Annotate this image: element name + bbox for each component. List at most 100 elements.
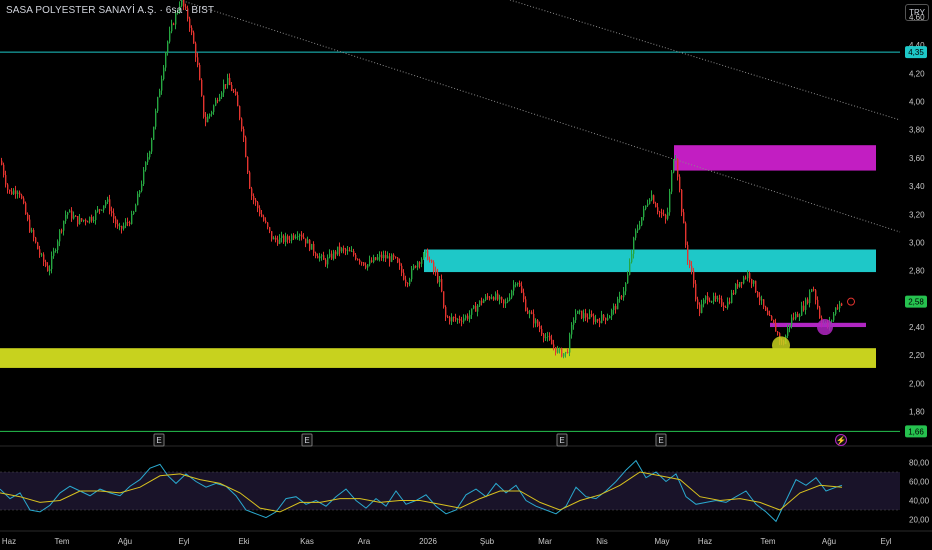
candle <box>359 259 361 263</box>
candle <box>517 283 519 285</box>
candle <box>71 210 73 219</box>
candle <box>109 199 111 212</box>
candle <box>589 313 591 319</box>
candle <box>37 242 39 250</box>
candle <box>285 236 287 242</box>
rsi-tick-label: 40,00 <box>909 497 930 506</box>
candle <box>317 255 319 259</box>
candle <box>677 159 679 177</box>
candle <box>385 255 387 259</box>
currency-button[interactable]: TRY <box>905 4 929 21</box>
candle <box>73 215 75 219</box>
chart-canvas[interactable]: 4,604,404,204,003,803,603,403,203,002,80… <box>0 0 932 550</box>
candle <box>597 319 599 321</box>
candle <box>493 297 495 300</box>
candle <box>5 175 7 185</box>
candle <box>729 301 731 303</box>
candle <box>747 273 749 279</box>
candle <box>255 199 257 203</box>
candle <box>17 192 19 194</box>
candle <box>333 251 335 259</box>
candle <box>459 319 461 321</box>
earnings-marker-label: E <box>304 436 309 445</box>
candle <box>609 316 611 319</box>
candle <box>351 251 353 253</box>
candle <box>323 255 325 260</box>
candle <box>687 244 689 261</box>
candle <box>143 169 145 185</box>
candle <box>105 201 107 206</box>
candle <box>363 262 365 266</box>
candle <box>553 344 555 348</box>
candle <box>321 255 323 257</box>
candle <box>535 320 537 324</box>
candle <box>329 253 331 258</box>
candle <box>571 324 573 335</box>
candle <box>731 292 733 303</box>
time-tick-label: Haz <box>2 537 16 546</box>
candle <box>57 241 59 251</box>
candle <box>631 253 633 263</box>
candle <box>19 192 21 196</box>
candle <box>273 237 275 240</box>
candle <box>107 199 109 202</box>
candle <box>243 129 245 138</box>
candle <box>591 313 593 317</box>
candle <box>33 230 35 238</box>
candle <box>709 300 711 302</box>
candle <box>191 27 193 33</box>
candle <box>89 216 91 222</box>
candle <box>197 57 199 65</box>
candle <box>621 296 623 298</box>
candle <box>313 243 315 253</box>
candle <box>55 250 57 252</box>
time-tick-label: Tem <box>54 537 69 546</box>
price-tick-label: 3,80 <box>909 126 925 135</box>
candle <box>563 353 565 357</box>
candle <box>133 211 135 214</box>
candle <box>337 246 339 255</box>
candle <box>471 308 473 315</box>
candle <box>669 191 671 213</box>
candle <box>637 228 639 231</box>
candle <box>125 222 127 226</box>
candle <box>361 262 363 264</box>
candle <box>449 317 451 322</box>
candle <box>455 317 457 320</box>
candle <box>59 230 61 242</box>
trendline-lower <box>179 0 901 233</box>
candle <box>799 315 801 318</box>
candle <box>777 331 779 334</box>
candle <box>395 256 397 258</box>
dividend-marker[interactable] <box>847 297 855 306</box>
candle <box>309 239 311 250</box>
candle <box>167 41 169 53</box>
candle <box>131 213 133 224</box>
candle <box>411 268 413 280</box>
candle <box>101 209 103 211</box>
candle <box>841 303 843 306</box>
candle <box>603 314 605 318</box>
candle <box>365 265 367 268</box>
candle <box>7 184 9 190</box>
candle <box>511 290 513 298</box>
candle <box>665 214 667 219</box>
magenta-zone <box>674 145 876 171</box>
candle <box>81 218 83 221</box>
candle <box>261 214 263 217</box>
candle <box>397 257 399 263</box>
candle <box>207 116 209 123</box>
last-price-label: 2,58 <box>908 298 924 307</box>
candle <box>251 188 253 196</box>
candle <box>259 208 261 215</box>
candle <box>501 297 503 300</box>
candle <box>513 284 515 291</box>
candle <box>639 225 641 229</box>
candle <box>759 296 761 301</box>
candle <box>83 219 85 221</box>
candle <box>577 310 579 314</box>
candle <box>549 336 551 340</box>
candle <box>801 305 803 316</box>
candle <box>467 315 469 319</box>
candle <box>611 310 613 317</box>
